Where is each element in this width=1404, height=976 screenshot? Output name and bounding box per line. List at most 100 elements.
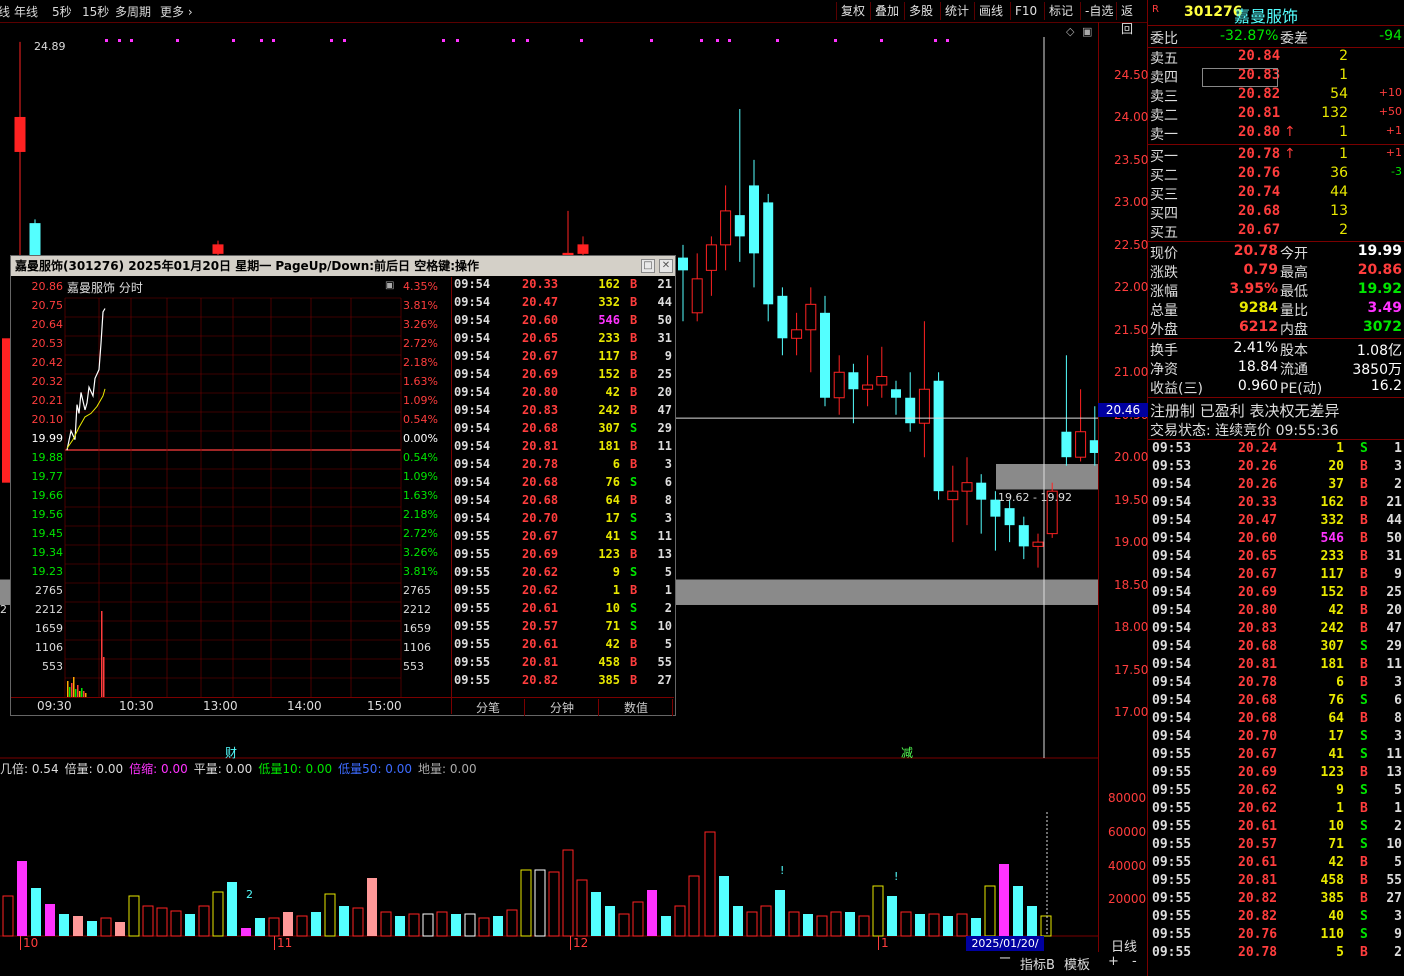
tick-row[interactable]: 09:54 20.81 181 B 11 <box>452 439 674 457</box>
daily-label[interactable]: 日线 <box>1100 936 1148 955</box>
tick-row[interactable]: 09:54 20.68 76 S 6 <box>452 475 674 493</box>
intraday-chart[interactable] <box>11 277 451 697</box>
period-tab-15s[interactable]: 15秒 <box>82 3 109 20</box>
toolbar-button-0[interactable]: 复权 <box>836 2 869 20</box>
tick-row[interactable]: 09:55 20.62 1 B 1 <box>452 583 674 601</box>
tick-row[interactable]: 09:53 20.26 20 B 3 <box>1150 459 1404 477</box>
tick-row[interactable]: 09:54 20.26 37 B 2 <box>1150 477 1404 495</box>
tick-row[interactable]: 09:54 20.33 162 B 21 <box>452 277 674 295</box>
tick-row[interactable]: 09:54 20.33 162 B 21 <box>1150 495 1404 513</box>
tick-row[interactable]: 09:55 20.57 71 S 10 <box>1150 837 1404 855</box>
toolbar-button-4[interactable]: 画线 <box>974 2 1007 20</box>
tick-row[interactable]: 09:55 20.61 10 S 2 <box>452 601 674 619</box>
signal-dot <box>260 39 263 42</box>
tick-row[interactable]: 09:54 20.68 76 S 6 <box>1150 693 1404 711</box>
stat-label: 净资 <box>1150 362 1178 378</box>
tick-row[interactable]: 09:55 20.61 42 B 5 <box>1150 855 1404 873</box>
toolbar-button-8[interactable]: 返回 <box>1116 2 1148 36</box>
plus-button[interactable]: + <box>1108 954 1119 969</box>
toolbar-button-7[interactable]: -自选 <box>1080 2 1117 20</box>
tick-row[interactable]: 09:54 20.65 233 B 31 <box>1150 549 1404 567</box>
tick-row[interactable]: 09:55 20.57 71 S 10 <box>452 619 674 637</box>
tick-row[interactable]: 09:55 20.69 123 B 13 <box>452 547 674 565</box>
minus-button[interactable]: - <box>1132 954 1137 969</box>
period-tab-multi[interactable]: 多周期 <box>115 3 151 20</box>
tick-side: S <box>630 529 638 543</box>
tick-row[interactable]: 09:54 20.68 307 S 29 <box>1150 639 1404 657</box>
tick-row[interactable]: 09:54 20.81 181 B 11 <box>1150 657 1404 675</box>
tick-row[interactable]: 09:54 20.65 233 B 31 <box>452 331 674 349</box>
intraday-volume-tick: 1106 <box>403 641 431 654</box>
period-tab-year[interactable]: 年线 <box>14 3 38 20</box>
popup-titlebar[interactable]: 嘉曼服饰(301276) 2025年01月20日 星期一 PageUp/Down… <box>11 256 675 276</box>
tick-row[interactable]: 09:54 20.83 242 B 47 <box>452 403 674 421</box>
period-tab-more[interactable]: 更多 › <box>160 3 193 20</box>
popup-tab-2[interactable]: 数值 <box>600 699 673 716</box>
popup-tab-0[interactable]: 分笔 <box>452 699 525 716</box>
window-toggle-icon[interactable]: ▣ <box>1082 25 1092 38</box>
indicator-button[interactable]: 指标B <box>1020 954 1055 973</box>
tick-row[interactable]: 09:54 20.60 546 B 50 <box>1150 531 1404 549</box>
tick-row[interactable]: 09:55 20.61 10 S 2 <box>1150 819 1404 837</box>
candle-body <box>947 490 959 501</box>
tick-row[interactable]: 09:54 20.47 332 B 44 <box>452 295 674 313</box>
tick-row[interactable]: 09:54 20.83 242 B 47 <box>1150 621 1404 639</box>
toolbar-button-6[interactable]: 标记 <box>1044 2 1077 20</box>
tick-row[interactable]: 09:55 20.67 41 S 11 <box>1150 747 1404 765</box>
intraday-pct-tick: 4.35% <box>403 280 438 293</box>
tick-row[interactable]: 09:54 20.69 152 B 25 <box>452 367 674 385</box>
tick-row[interactable]: 09:55 20.82 40 S 3 <box>1150 909 1404 927</box>
tick-row[interactable]: 09:55 20.62 1 B 1 <box>1150 801 1404 819</box>
tick-row[interactable]: 09:55 20.69 123 B 13 <box>1150 765 1404 783</box>
popup-tick-list[interactable]: 09:54 20.33 162 B 21 09:54 20.47 332 B 44 09:54 20.… <box>452 277 674 697</box>
toolbar-button-1[interactable]: 叠加 <box>870 2 903 20</box>
price-tick: 23.00 <box>1114 195 1149 210</box>
toolbar-button-3[interactable]: 统计 <box>940 2 973 20</box>
book-level-label: 卖三 <box>1150 89 1178 105</box>
template-button[interactable]: 模板 <box>1064 954 1090 973</box>
tick-row[interactable]: 09:54 20.70 17 S 3 <box>452 511 674 529</box>
close-icon[interactable]: ✕ <box>659 259 673 273</box>
intraday-popup[interactable]: 嘉曼服饰(301276) 2025年01月20日 星期一 PageUp/Down… <box>10 255 676 716</box>
weibi-label: 委比 <box>1150 31 1178 47</box>
tick-row[interactable]: 09:54 20.78 6 B 3 <box>1150 675 1404 693</box>
tick-row[interactable]: 09:55 20.62 9 S 5 <box>452 565 674 583</box>
diamond-icon[interactable]: ◇ <box>1066 25 1074 38</box>
tick-time: 09:55 <box>454 547 491 561</box>
tick-row[interactable]: 09:55 20.67 41 S 11 <box>452 529 674 547</box>
tick-row[interactable]: 09:55 20.81 458 B 55 <box>1150 873 1404 891</box>
tick-row[interactable]: 09:54 20.67 117 B 9 <box>1150 567 1404 585</box>
tick-row[interactable]: 09:54 20.68 64 B 8 <box>1150 711 1404 729</box>
tick-row[interactable]: 09:54 20.80 42 B 20 <box>452 385 674 403</box>
weibi-value: -32.87% <box>1220 28 1279 44</box>
tick-row[interactable]: 09:54 20.60 546 B 50 <box>452 313 674 331</box>
period-tab-5s[interactable]: 5秒 <box>52 3 72 20</box>
maximize-icon[interactable]: □ <box>641 259 655 273</box>
tick-row[interactable]: 09:55 20.82 385 B 27 <box>452 673 674 691</box>
tick-side: B <box>1360 531 1368 546</box>
intraday-volume-tick: 2765 <box>403 584 431 597</box>
financial-marker[interactable]: 财 <box>225 744 237 761</box>
tick-row[interactable]: 09:55 20.62 9 S 5 <box>1150 783 1404 801</box>
range-band <box>996 463 1098 490</box>
tick-row[interactable]: 09:55 20.82 385 B 27 <box>1150 891 1404 909</box>
candle-body <box>805 303 817 331</box>
tick-row[interactable]: 09:54 20.78 6 B 3 <box>452 457 674 475</box>
tick-row[interactable]: 09:54 20.70 17 S 3 <box>1150 729 1404 747</box>
tick-row[interactable]: 09:53 20.24 1 S 1 <box>1150 441 1404 459</box>
toolbar-button-5[interactable]: F10 <box>1010 2 1041 20</box>
tick-row[interactable]: 09:54 20.67 117 B 9 <box>452 349 674 367</box>
tick-row[interactable]: 09:55 20.61 42 B 5 <box>452 637 674 655</box>
tick-row[interactable]: 09:54 20.80 42 B 20 <box>1150 603 1404 621</box>
tick-row[interactable]: 09:54 20.68 307 S 29 <box>452 421 674 439</box>
toolbar-button-2[interactable]: 多股 <box>904 2 937 20</box>
tick-row[interactable]: 09:55 20.81 458 B 55 <box>452 655 674 673</box>
reduce-marker[interactable]: 减 <box>901 744 913 761</box>
tick-row[interactable]: 09:54 20.69 152 B 25 <box>1150 585 1404 603</box>
tick-row[interactable]: 09:54 20.47 332 B 44 <box>1150 513 1404 531</box>
tick-row[interactable]: 09:55 20.76 110 S 9 <box>1150 927 1404 945</box>
popup-tab-1[interactable]: 分钟 <box>526 699 599 716</box>
volume-bar <box>100 917 112 937</box>
tick-row[interactable]: 09:54 20.68 64 B 8 <box>452 493 674 511</box>
period-tab-partial[interactable]: 线 <box>0 3 10 20</box>
